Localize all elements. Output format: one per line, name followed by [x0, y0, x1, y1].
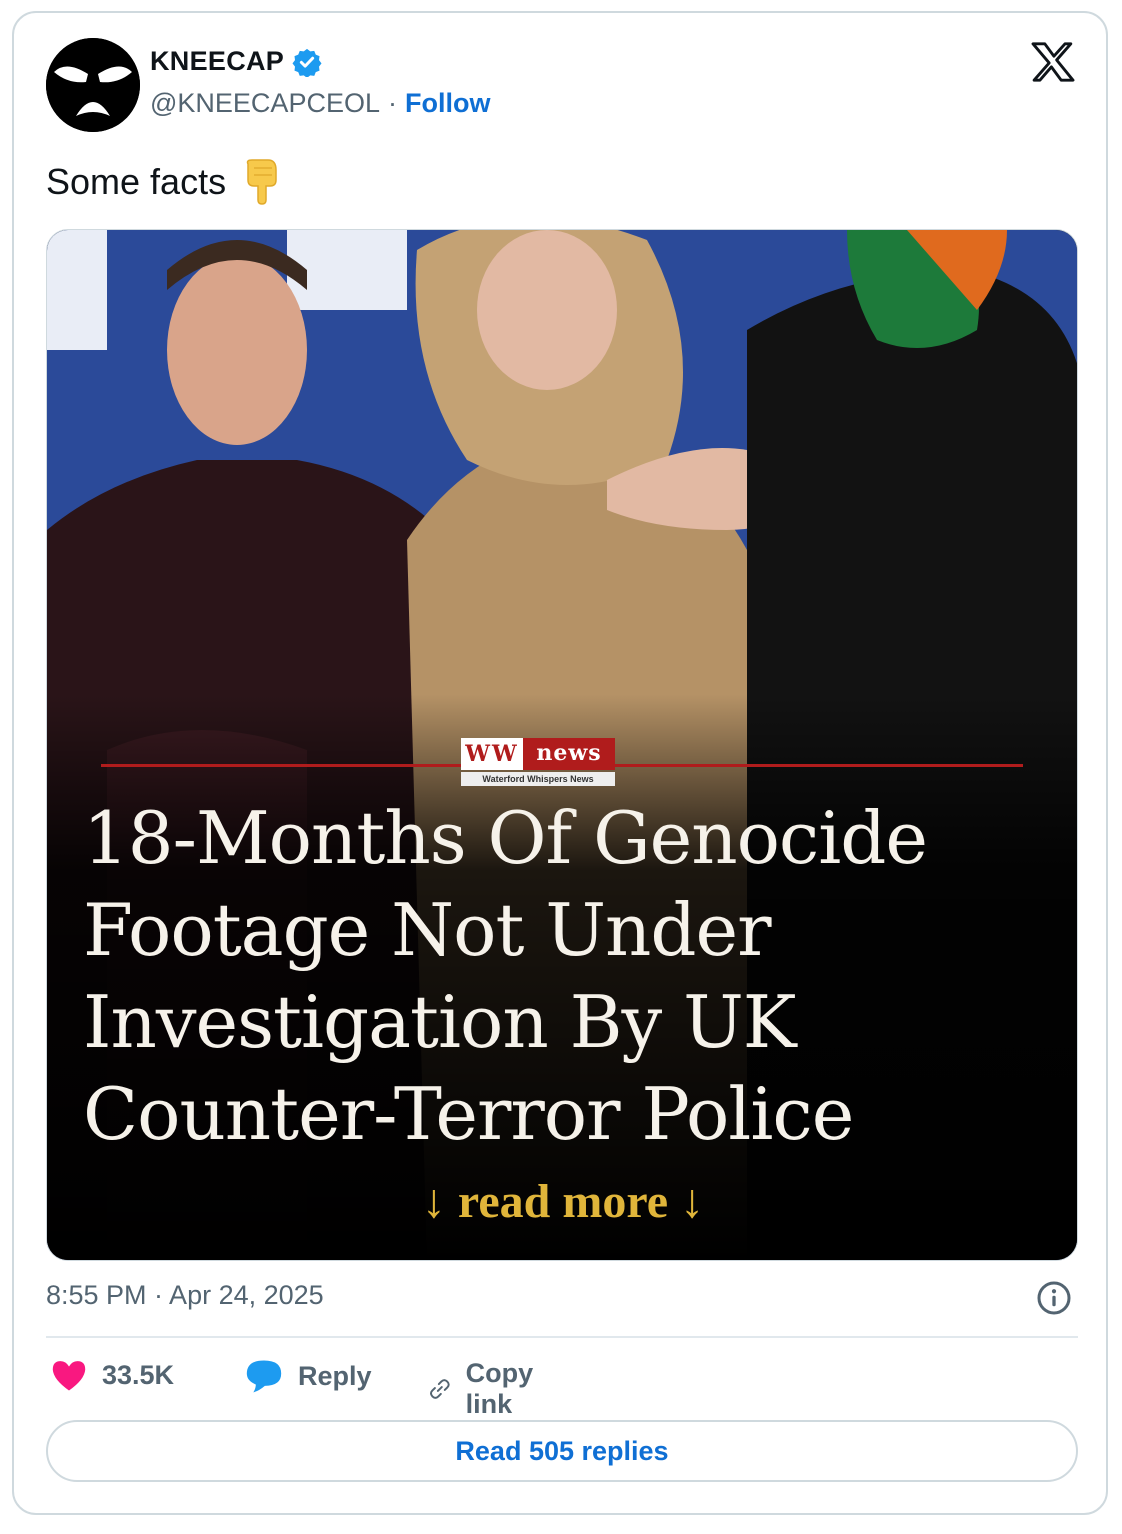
divider [46, 1336, 1078, 1338]
author-handle[interactable]: @KNEECAPCEOL [150, 88, 380, 119]
tweet-timestamp[interactable]: 8:55 PM · Apr 24, 2025 [46, 1280, 324, 1311]
x-logo-icon[interactable] [1030, 42, 1076, 82]
heart-icon [52, 1361, 86, 1391]
ww-news-logo: WW news Waterford Whispers News [461, 738, 615, 786]
link-icon [429, 1379, 450, 1399]
reply-label: Reply [298, 1360, 372, 1391]
like-button[interactable]: 33.5K [50, 1358, 174, 1392]
read-replies-button[interactable]: Read 505 replies [46, 1420, 1078, 1482]
headline-divider-right [615, 764, 1023, 767]
reply-button[interactable]: Reply [244, 1358, 372, 1394]
separator-dot: · [387, 88, 397, 118]
tweet-text: Some facts [46, 161, 227, 202]
author-name-row: KNEECAP [150, 46, 322, 77]
info-icon[interactable] [1036, 1280, 1072, 1316]
headline-divider-left [101, 764, 461, 767]
verified-badge-icon [292, 48, 322, 77]
tweet-media-image[interactable]: WW news Waterford Whispers News 18-Month… [46, 229, 1078, 1261]
copy-link-button[interactable]: Copy link [428, 1358, 546, 1420]
news-logo-word: news [523, 738, 615, 770]
reply-bubble-icon [246, 1360, 282, 1393]
author-display-name[interactable]: KNEECAP [150, 46, 284, 77]
author-handle-row: @KNEECAPCEOL · Follow [150, 88, 490, 119]
balaclava-logo-icon [46, 38, 140, 132]
news-headline: 18-Months Of Genocide Footage Not Under … [83, 796, 928, 1156]
read-more-label: ↓ read more ↓ [421, 1175, 705, 1228]
author-avatar[interactable] [46, 38, 140, 132]
waterford-whispers-label: Waterford Whispers News [461, 772, 615, 786]
pointing-down-emoji-icon [246, 159, 277, 205]
copy-link-label: Copy link [465, 1358, 534, 1419]
ww-logo-letters: WW [461, 738, 523, 770]
like-count: 33.5K [102, 1359, 175, 1390]
follow-button[interactable]: Follow [405, 88, 490, 119]
tweet-text-row: Some facts [46, 158, 282, 206]
